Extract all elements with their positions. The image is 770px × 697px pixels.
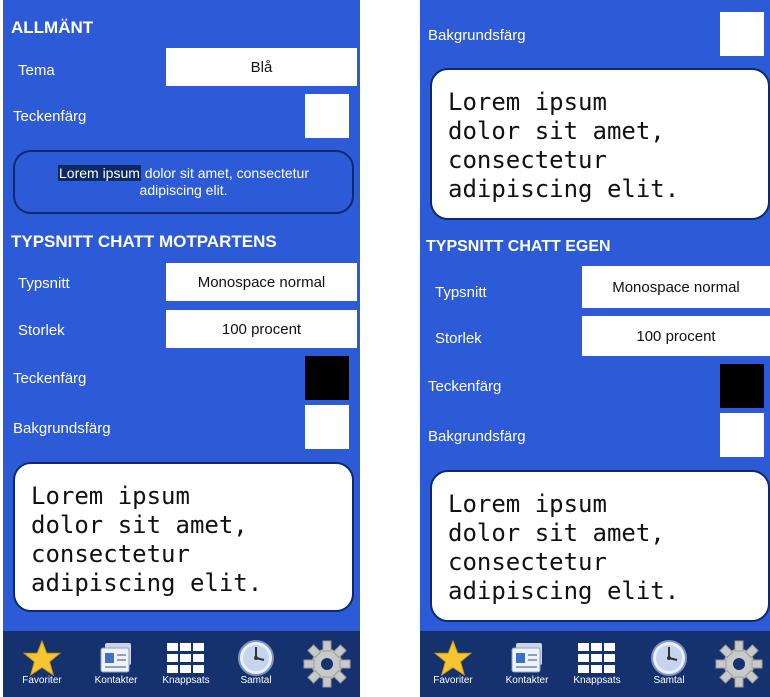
text-color-label: Teckenfärg (428, 378, 502, 395)
theme-select[interactable]: Blå (166, 48, 357, 86)
nav-calls[interactable]: Samtal (223, 631, 289, 697)
bg-color-swatch[interactable] (720, 413, 764, 457)
clock-icon (237, 639, 275, 677)
bottom-nav: Favoriter Kontakter Knappsats Samtal (3, 631, 360, 697)
text-color-label: Teckenfärg (13, 370, 87, 387)
keypad-grid-icon (577, 639, 617, 677)
star-icon (23, 639, 61, 677)
general-preview-text: Lorem ipsum dolor sit amet, consectetur … (58, 165, 309, 198)
bg-color-label: Bakgrundsfärg (13, 420, 111, 437)
clock-icon (650, 639, 688, 677)
general-preview-box: Lorem ipsum dolor sit amet, consectetur … (13, 150, 354, 214)
gear-icon (302, 640, 352, 688)
nav-keypad[interactable]: Knappsats (564, 631, 630, 697)
gear-icon (714, 640, 764, 688)
preview-selected-text: Lorem ipsum (58, 165, 141, 181)
chat-other-preview: Lorem ipsum dolor sit amet, consectetur … (430, 68, 770, 220)
star-icon (434, 639, 472, 677)
size-label: Storlek (18, 322, 65, 339)
bg-color-swatch[interactable] (720, 12, 764, 56)
nav-keypad[interactable]: Knappsats (153, 631, 219, 697)
size-select[interactable]: 100 procent (582, 316, 770, 356)
text-color-swatch[interactable] (720, 364, 764, 408)
text-color-swatch[interactable] (305, 94, 349, 138)
size-select[interactable]: 100 procent (166, 310, 357, 348)
nav-settings[interactable] (708, 631, 770, 697)
settings-screen-right: Bakgrundsfärg Lorem ipsum dolor sit amet… (420, 0, 770, 697)
theme-label: Tema (18, 62, 55, 79)
section-title-general: ALLMÄNT (11, 18, 94, 37)
bg-color-label: Bakgrundsfärg (428, 428, 526, 445)
nav-contacts[interactable]: Kontakter (494, 631, 560, 697)
font-select[interactable]: Monospace normal (582, 266, 770, 308)
bottom-nav: Favoriter Kontakter Knappsats Samtal (420, 631, 770, 697)
font-label: Typsnitt (18, 275, 70, 292)
section-title-chat-other: TYPSNITT CHATT MOTPARTENS (11, 232, 277, 251)
text-color-label: Teckenfärg (13, 108, 87, 125)
keypad-grid-icon (166, 639, 206, 677)
nav-calls[interactable]: Samtal (636, 631, 702, 697)
chat-other-preview: Lorem ipsum dolor sit amet, consectetur … (13, 462, 354, 612)
nav-settings[interactable] (295, 631, 359, 697)
settings-screen-left: ALLMÄNT Tema Blå Teckenfärg Lorem ipsum … (3, 0, 360, 697)
section-title-chat-own: TYPSNITT CHATT EGEN (426, 238, 611, 255)
nav-favorites[interactable]: Favoriter (9, 631, 75, 697)
contact-card-icon (97, 639, 135, 677)
font-label: Typsnitt (435, 284, 487, 301)
nav-favorites[interactable]: Favoriter (420, 631, 486, 697)
size-label: Storlek (435, 330, 482, 347)
text-color-swatch[interactable] (305, 356, 349, 400)
chat-own-preview: Lorem ipsum dolor sit amet, consectetur … (430, 470, 770, 622)
bg-color-label: Bakgrundsfärg (428, 27, 526, 44)
nav-contacts[interactable]: Kontakter (83, 631, 149, 697)
bg-color-swatch[interactable] (305, 405, 349, 449)
font-select[interactable]: Monospace normal (166, 263, 357, 301)
contact-card-icon (508, 639, 546, 677)
